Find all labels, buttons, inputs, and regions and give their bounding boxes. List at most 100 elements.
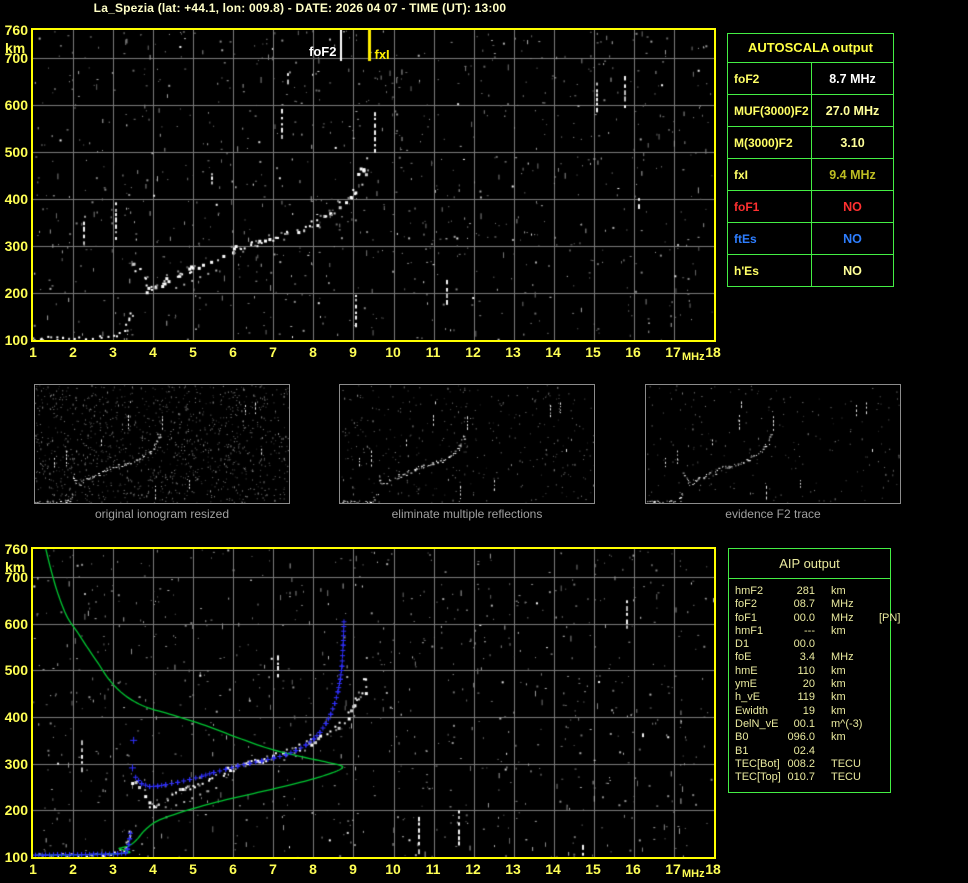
aip-row: B0 096.0 km (729, 731, 890, 744)
aip-row-unit: MHz (831, 611, 854, 624)
x-tick-label: 13 (505, 344, 521, 360)
y-tick-label: 200 (4, 802, 28, 819)
aip-row-name: TEC[Top] (735, 771, 781, 784)
aip-row-value: 02.4 (793, 744, 815, 757)
autoscala-window: La_Spezia (lat: +44.1, lon: 009.8) - DAT… (0, 0, 968, 883)
autoscala-row: ftEs NO (728, 222, 893, 254)
autoscala-row: foF1 NO (728, 190, 893, 222)
x-axis-unit-label: MHz (682, 868, 705, 880)
x-tick-label: 6 (229, 861, 237, 877)
aip-row-unit: km (831, 664, 846, 677)
aip-row-extra (877, 598, 890, 611)
thumbnail-eliminate-reflections-canvas (339, 384, 595, 504)
aip-row-value: 096.0 (787, 731, 815, 744)
x-tick-label: 10 (385, 344, 401, 360)
x-tick-label: 4 (149, 344, 157, 360)
aip-row-unit: km (831, 691, 846, 704)
aip-row-unit: km (831, 624, 846, 637)
aip-row-unit: MHz (831, 598, 854, 611)
aip-row-extra (877, 691, 890, 704)
x-tick-label: 1 (29, 861, 37, 877)
thumbnail-caption-original: original ionogram resized (94, 507, 230, 521)
aip-row-value: 19 (802, 704, 815, 717)
aip-row-extra (877, 651, 890, 664)
aip-row: DelN_vE 00.1 m^(-3) (729, 718, 890, 731)
aip-row-name: ymE (735, 678, 757, 691)
x-tick-label: 15 (585, 344, 601, 360)
x-tick-label: 5 (189, 861, 197, 877)
aip-row-extra (877, 758, 890, 771)
x-tick-label: 9 (349, 344, 357, 360)
x-tick-label: 10 (385, 861, 401, 877)
autoscala-row: h'Es NO (728, 254, 893, 286)
autoscala-row: foF2 8.7 MHz (728, 62, 893, 94)
aip-row-extra (877, 705, 890, 718)
x-tick-label: 14 (545, 344, 561, 360)
aip-row-unit: km (831, 731, 846, 744)
aip-row-name: foF2 (735, 598, 758, 611)
x-tick-label: 7 (269, 861, 277, 877)
x-tick-label: 12 (465, 344, 481, 360)
aip-output-table: AIP output hmF2 281 km foF2 08.7 MHz foF1 00.0 M… (728, 548, 900, 793)
aip-row-value: 08.7 (793, 598, 815, 611)
aip-row-name: foF1 (735, 611, 758, 624)
aip-row-unit: TECU (831, 757, 861, 770)
aip-row: D1 00.0 (729, 638, 890, 651)
aip-row-value: 008.2 (787, 757, 815, 770)
thumbnail-caption-reflections: eliminate multiple reflections (391, 507, 543, 521)
aip-row-name: hmE (735, 664, 758, 677)
aip-row-name: DelN_vE (735, 717, 779, 730)
y-tick-label: 500 (4, 662, 28, 679)
y-tick-label: 600 (4, 615, 28, 632)
autoscala-row-label: foF2 (728, 63, 812, 94)
aip-row: ymE 20 km (729, 678, 890, 691)
thumbnail-evidence-f2-canvas (645, 384, 901, 504)
aip-table-header: AIP output (729, 549, 890, 579)
aip-row-value: --- (804, 624, 815, 637)
marker-label-foF2: foF2 (308, 44, 337, 59)
autoscala-table-body: foF2 8.7 MHz MUF(3000)F2 27.0 MHz M(3000)F2 3… (728, 62, 893, 286)
aip-row-extra (877, 585, 890, 598)
thumbnail-caption-f2trace: evidence F2 trace (725, 507, 821, 521)
aip-row-name: B1 (735, 744, 749, 757)
aip-row-unit: km (831, 678, 846, 691)
aip-row-unit: MHz (831, 651, 854, 664)
x-tick-label: 2 (69, 861, 77, 877)
aip-row-value: 110 (797, 664, 815, 677)
aip-table-body: hmF2 281 km foF2 08.7 MHz foF1 00.0 MHz [PN] hmF1 -… (729, 579, 900, 784)
aip-row-unit: km (831, 704, 846, 717)
aip-row: TEC[Top] 010.7 TECU (729, 771, 890, 784)
aip-row-value: 20 (802, 678, 815, 691)
x-tick-label: 5 (189, 344, 197, 360)
aip-row-value: 119 (797, 691, 815, 704)
x-tick-label: 14 (545, 861, 561, 877)
aip-row-extra (877, 678, 890, 691)
aip-row-extra (877, 638, 890, 651)
aip-row-value: 00.0 (793, 638, 815, 651)
aip-row: foE 3.4 MHz (729, 651, 890, 664)
autoscala-row-value: NO (843, 231, 862, 246)
aip-row-value: 010.7 (787, 771, 815, 784)
y-tick-label: 300 (4, 238, 28, 255)
aip-row: hmF1 --- km (729, 625, 890, 638)
autoscala-row-value: 3.10 (840, 135, 865, 150)
x-tick-label: 6 (229, 344, 237, 360)
autoscala-table-header: AUTOSCALA output (748, 40, 873, 55)
aip-row-extra: [PN] (879, 611, 901, 624)
aip-row-name: Ewidth (735, 704, 769, 717)
aip-row-extra (877, 771, 890, 784)
x-tick-label: 11 (425, 344, 441, 360)
x-tick-label: 13 (505, 861, 521, 877)
aip-row-unit (815, 638, 877, 651)
aip-row-unit: TECU (831, 771, 861, 784)
y-tick-label: 300 (4, 755, 28, 772)
y-tick-label: 600 (4, 97, 28, 114)
aip-row-name: hmF1 (735, 624, 764, 637)
y-tick-label: 400 (4, 709, 28, 725)
autoscala-row-value: 27.0 MHz (825, 103, 880, 118)
aip-row: hmF2 281 km (729, 585, 890, 598)
x-tick-label: 16 (625, 861, 641, 877)
aip-row-extra (877, 745, 890, 758)
aip-row: B1 02.4 (729, 745, 890, 758)
aip-row: foF2 08.7 MHz (729, 598, 890, 611)
